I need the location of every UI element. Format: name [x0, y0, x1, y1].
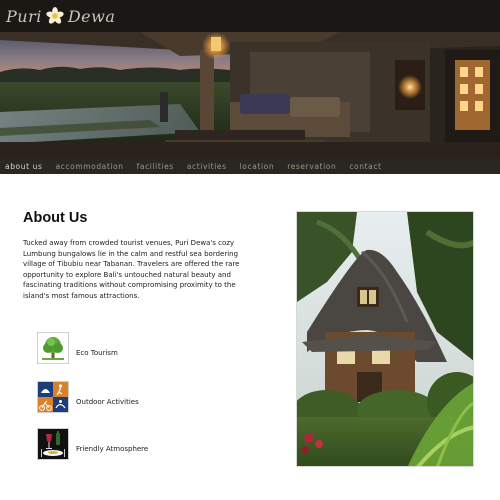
nav-facilities[interactable]: facilities: [137, 162, 174, 171]
main-nav: about us accommodation facilities activi…: [0, 159, 500, 174]
feature-label: Friendly Atmosphere: [76, 445, 149, 453]
nav-activities[interactable]: activities: [187, 162, 227, 171]
nav-accommodation[interactable]: accommodation: [55, 162, 123, 171]
nav-about-us[interactable]: about us: [5, 162, 42, 171]
nav-location[interactable]: location: [240, 162, 275, 171]
feature-label: Eco Tourism: [76, 349, 118, 357]
tree-icon: [37, 332, 69, 364]
feature-outdoor-activities: Outdoor Activities: [37, 381, 139, 413]
hero-photo: [0, 32, 500, 159]
dining-icon: [37, 428, 69, 460]
bungalow-photo: [296, 211, 474, 467]
site-header: Puri Dewa: [0, 0, 500, 32]
nav-reservation[interactable]: reservation: [287, 162, 336, 171]
nav-contact[interactable]: contact: [349, 162, 381, 171]
frangipani-flower-icon: [46, 7, 64, 24]
logo-text-part2: Dewa: [67, 6, 116, 26]
logo[interactable]: Puri Dewa: [6, 5, 115, 27]
feature-label: Outdoor Activities: [76, 398, 139, 406]
feature-friendly-atmosphere: Friendly Atmosphere: [37, 428, 148, 460]
page-title: About Us: [23, 210, 88, 226]
logo-text-part1: Puri: [6, 6, 42, 26]
hero-banner: [0, 32, 500, 159]
feature-eco-tourism: Eco Tourism: [37, 332, 118, 364]
intro-paragraph: Tucked away from crowded tourist venues,…: [23, 239, 240, 300]
main-content: About Us Tucked away from crowded touris…: [0, 174, 500, 500]
outdoor-activities-icon: [37, 381, 69, 413]
